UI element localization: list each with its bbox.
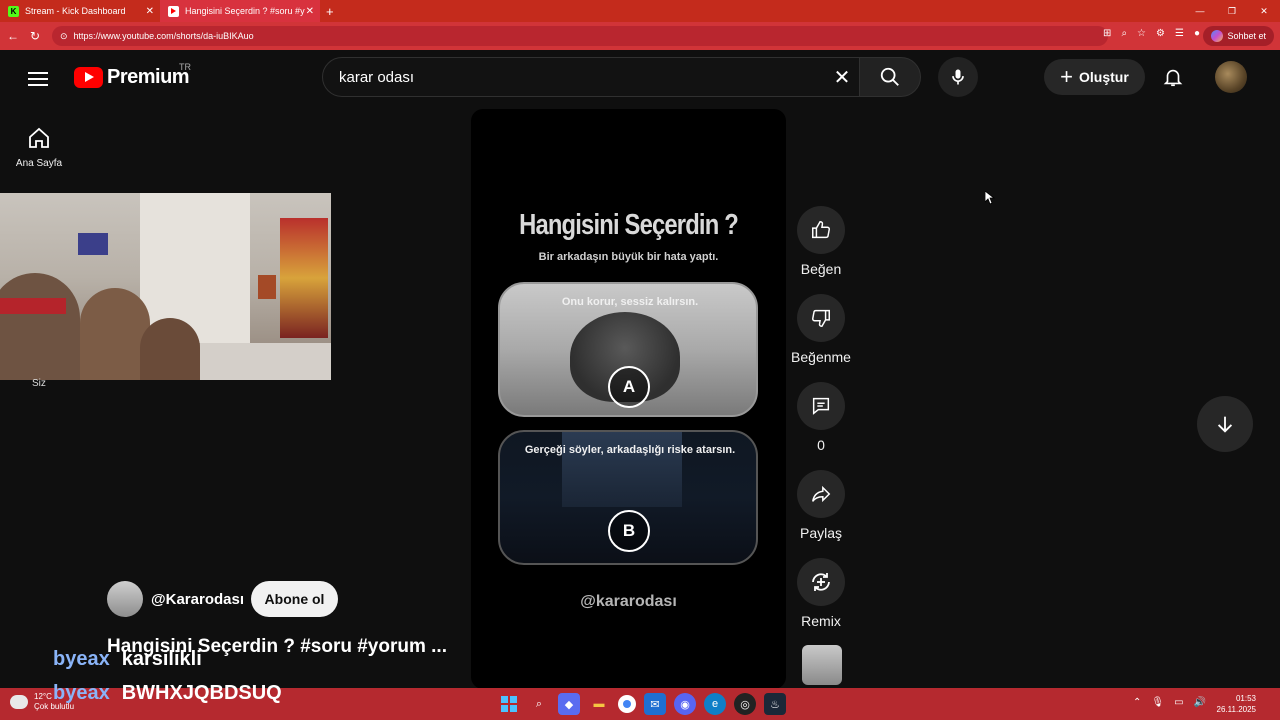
like-button[interactable]: Beğen bbox=[790, 206, 852, 277]
clear-search-icon[interactable]: ✕ bbox=[828, 64, 856, 92]
home-icon bbox=[29, 127, 49, 148]
notifications-button[interactable] bbox=[1160, 64, 1186, 90]
obs-icon[interactable]: ◎ bbox=[734, 693, 756, 715]
shorts-video-player[interactable]: Hangisini Seçerdin ? Bir arkadaşın büyük… bbox=[471, 109, 786, 689]
maximize-button[interactable]: ❐ bbox=[1216, 0, 1248, 22]
create-button[interactable]: + Oluştur bbox=[1044, 59, 1145, 95]
taskbar-clock[interactable]: 01:53 26.11.2025 bbox=[1217, 693, 1256, 715]
tab-title: Stream - Kick Dashboard bbox=[25, 6, 126, 16]
subscribe-button[interactable]: Abone ol bbox=[251, 581, 338, 617]
search-button[interactable] bbox=[859, 57, 921, 97]
channel-avatar[interactable] bbox=[107, 581, 143, 617]
thumbs-down-icon bbox=[812, 309, 830, 327]
bell-icon bbox=[1163, 69, 1183, 87]
chrome-icon[interactable] bbox=[618, 695, 636, 713]
short-question-title: Hangisini Seçerdin ? bbox=[519, 209, 739, 241]
speaker-icon[interactable]: 🔊 bbox=[1194, 697, 1206, 708]
refresh-button[interactable]: ↻ bbox=[24, 29, 46, 43]
option-a-badge: A bbox=[608, 366, 650, 408]
dislike-button[interactable]: Beğenme bbox=[790, 294, 852, 365]
share-button[interactable]: Paylaş bbox=[790, 470, 852, 541]
next-short-button[interactable] bbox=[1197, 396, 1253, 452]
option-a-card: Onu korur, sessiz kalırsın. A bbox=[498, 282, 758, 417]
profile-icon[interactable]: ● bbox=[1194, 28, 1200, 39]
tray-chevron-icon[interactable]: ⌃ bbox=[1133, 697, 1141, 708]
mouse-cursor-icon bbox=[985, 191, 995, 205]
search-icon[interactable]: ⌕ bbox=[528, 693, 550, 715]
back-button[interactable]: ← bbox=[2, 29, 24, 43]
sidebar-item-home[interactable]: Ana Sayfa bbox=[8, 126, 70, 169]
display-icon[interactable]: ▭ bbox=[1174, 697, 1183, 708]
cloud-icon bbox=[10, 691, 28, 709]
url-field[interactable]: ⊙ https://www.youtube.com/shorts/da-iuBI… bbox=[52, 26, 1108, 46]
edge-icon[interactable]: e bbox=[704, 693, 726, 715]
minimize-button[interactable]: — bbox=[1184, 0, 1216, 22]
channel-name[interactable]: @Kararodası bbox=[151, 591, 244, 608]
url-text: https://www.youtube.com/shorts/da-iuBIKA… bbox=[73, 31, 254, 41]
steam-icon[interactable]: ♨ bbox=[764, 693, 786, 715]
extensions-icon[interactable]: ⚙ bbox=[1156, 28, 1165, 39]
copilot-app-icon[interactable]: ◆ bbox=[558, 693, 580, 715]
youtube-icon bbox=[168, 5, 179, 17]
tab-title: Hangisini Seçerdin ? #soru #yorun bbox=[185, 6, 305, 16]
close-tab-icon[interactable]: ✕ bbox=[146, 6, 154, 17]
arrow-down-icon bbox=[1217, 416, 1233, 433]
mail-icon[interactable]: ✉ bbox=[644, 693, 666, 715]
webcam-label: Siz bbox=[32, 378, 46, 389]
webcam-preview bbox=[0, 193, 331, 380]
tab-youtube-short[interactable]: Hangisini Seçerdin ? #soru #yorun ✕ bbox=[160, 0, 320, 22]
kick-icon: K bbox=[8, 5, 19, 17]
address-bar-row: ← ↻ ⊙ https://www.youtube.com/shorts/da-… bbox=[0, 22, 1280, 50]
copilot-chat-button[interactable]: Sohbet et bbox=[1203, 26, 1274, 46]
account-avatar[interactable] bbox=[1215, 61, 1247, 93]
copilot-icon bbox=[1211, 30, 1224, 42]
tab-kick-dashboard[interactable]: K Stream - Kick Dashboard ✕ bbox=[0, 0, 160, 22]
comments-button[interactable]: 0 bbox=[790, 382, 852, 453]
option-b-badge: B bbox=[608, 510, 650, 552]
stream-chat-message: byeax karsilikli bbox=[53, 648, 202, 670]
close-tab-icon[interactable]: ✕ bbox=[306, 6, 314, 17]
voice-search-button[interactable] bbox=[938, 57, 978, 97]
menu-icon[interactable] bbox=[28, 68, 48, 90]
plus-icon: + bbox=[1060, 64, 1074, 89]
microphone-tray-icon[interactable]: 🎙 bbox=[1151, 697, 1164, 708]
audio-source-thumbnail[interactable] bbox=[802, 645, 842, 685]
short-watermark-handle: @kararodası bbox=[580, 593, 677, 610]
favorite-star-icon[interactable]: ☆ bbox=[1137, 28, 1146, 39]
remix-icon bbox=[812, 573, 830, 591]
site-info-icon[interactable]: ⊙ bbox=[60, 31, 68, 42]
youtube-premium-logo[interactable]: Premium TR bbox=[74, 62, 191, 89]
file-explorer-icon[interactable]: ▬ bbox=[588, 693, 610, 715]
comment-icon bbox=[812, 397, 830, 415]
search-icon bbox=[880, 67, 899, 86]
apps-icon[interactable]: ⊞ bbox=[1103, 28, 1111, 39]
zoom-icon[interactable]: ⌕ bbox=[1121, 28, 1127, 39]
share-icon bbox=[812, 485, 831, 503]
stream-chat-message: byeax BWHXJQBDSUQ bbox=[53, 682, 282, 704]
youtube-play-icon bbox=[74, 67, 103, 88]
option-b-card: Gerçeği söyler, arkadaşlığı riske atarsı… bbox=[498, 430, 758, 565]
search-input[interactable]: karar odası bbox=[322, 57, 860, 97]
short-subtitle: Bir arkadaşın büyük bir hata yaptı. bbox=[538, 251, 719, 263]
comment-count: 0 bbox=[817, 437, 825, 453]
collections-icon[interactable]: ☰ bbox=[1175, 28, 1184, 39]
microphone-icon bbox=[952, 69, 964, 85]
discord-icon[interactable]: ◉ bbox=[674, 693, 696, 715]
close-window-button[interactable]: ✕ bbox=[1248, 0, 1280, 22]
thumbs-up-icon bbox=[812, 221, 830, 239]
remix-button[interactable]: Remix bbox=[790, 558, 852, 629]
new-tab-button[interactable]: + bbox=[326, 4, 334, 19]
start-icon[interactable] bbox=[498, 693, 520, 715]
browser-tab-bar: K Stream - Kick Dashboard ✕ Hangisini Se… bbox=[0, 0, 1280, 22]
